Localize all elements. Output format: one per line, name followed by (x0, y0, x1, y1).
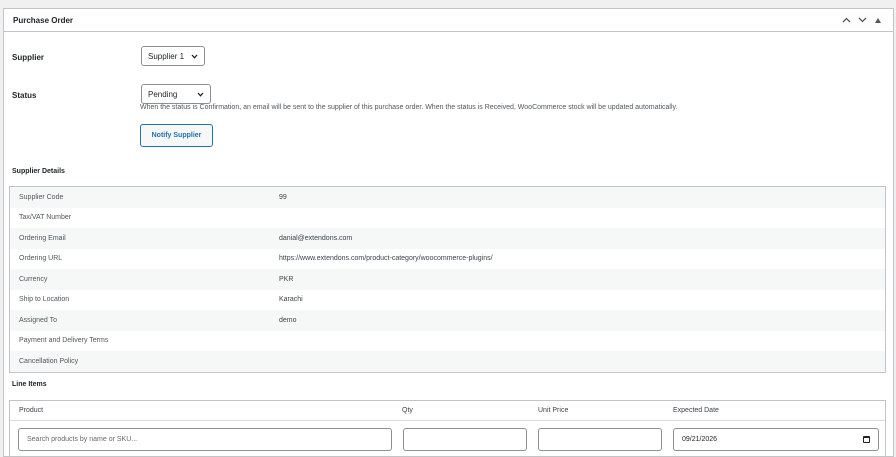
chevron-down-icon[interactable] (856, 14, 868, 26)
detail-value: PKR (279, 275, 294, 283)
status-select[interactable]: Pending (141, 84, 211, 104)
panel-title: Purchase Order (13, 15, 74, 25)
table-row: Payment and Delivery Terms (10, 331, 885, 352)
supplier-row: Supplier (12, 53, 142, 62)
table-row: Supplier Code 99 (10, 187, 885, 208)
product-search-input[interactable]: Search products by name or SKU... (18, 428, 392, 451)
panel-controls (840, 14, 884, 26)
supplier-select[interactable]: Supplier 1 (141, 46, 205, 66)
supplier-details-table: Supplier Code 99 Tax/VAT Number Ordering … (9, 186, 886, 373)
column-header-unit-price: Unit Price (538, 407, 569, 414)
status-label: Status (12, 91, 37, 100)
detail-key: Ordering Email (19, 234, 66, 242)
supplier-select-value: Supplier 1 (148, 51, 185, 61)
detail-key: Ordering URL (19, 255, 63, 263)
detail-value: 99 (279, 193, 287, 201)
supplier-details-heading: Supplier Details (12, 168, 65, 175)
table-row: Ordering URL https://www.extendons.com/pr… (10, 249, 885, 270)
table-row: Ordering Email danial@extendons.com (10, 228, 885, 249)
detail-key: Supplier Code (19, 193, 64, 201)
table-row: Tax/VAT Number (10, 208, 885, 229)
notify-supplier-button[interactable]: Notify Supplier (140, 124, 213, 147)
column-header-product: Product (19, 407, 44, 414)
detail-key: Assigned To (19, 316, 58, 324)
chevron-up-icon[interactable] (840, 14, 852, 26)
status-hint: When the status is Confirmation, an emai… (140, 104, 678, 111)
chevron-down-icon (197, 92, 204, 97)
detail-value: Karachi (279, 296, 303, 304)
table-row: Assigned To demo (10, 310, 885, 331)
detail-key: Ship to Location (19, 296, 70, 304)
table-row: Ship to Location Karachi (10, 290, 885, 311)
expected-date-value: 09/21/2026 (682, 436, 718, 443)
detail-key: Currency (19, 275, 48, 283)
detail-key: Cancellation Policy (19, 357, 79, 365)
unit-price-input[interactable] (538, 428, 662, 451)
detail-key: Tax/VAT Number (19, 214, 72, 222)
detail-value: https://www.extendons.com/product-catego… (279, 255, 493, 263)
detail-value: demo (279, 316, 297, 324)
status-row: Status (12, 91, 142, 100)
detail-key: Payment and Delivery Terms (19, 337, 109, 345)
qty-input[interactable] (403, 428, 527, 451)
calendar-icon[interactable] (863, 436, 870, 443)
expected-date-input[interactable]: 09/21/2026 (673, 428, 879, 451)
toggle-panel-icon[interactable] (872, 14, 884, 26)
line-items-table: Product Qty Unit Price Expected Date Sea… (9, 400, 886, 457)
detail-value: danial@extendons.com (279, 234, 353, 242)
column-header-expected-date: Expected Date (673, 407, 719, 414)
line-items-heading: Line Items (12, 381, 47, 388)
column-header-qty: Qty (402, 407, 413, 414)
chevron-down-icon (191, 54, 198, 59)
line-items-header: Product Qty Unit Price Expected Date (10, 401, 885, 421)
panel-header: Purchase Order (4, 9, 893, 32)
status-select-value: Pending (148, 89, 178, 99)
table-row: Currency PKR (10, 269, 885, 290)
supplier-label: Supplier (12, 53, 45, 62)
table-row: Cancellation Policy (10, 351, 885, 372)
